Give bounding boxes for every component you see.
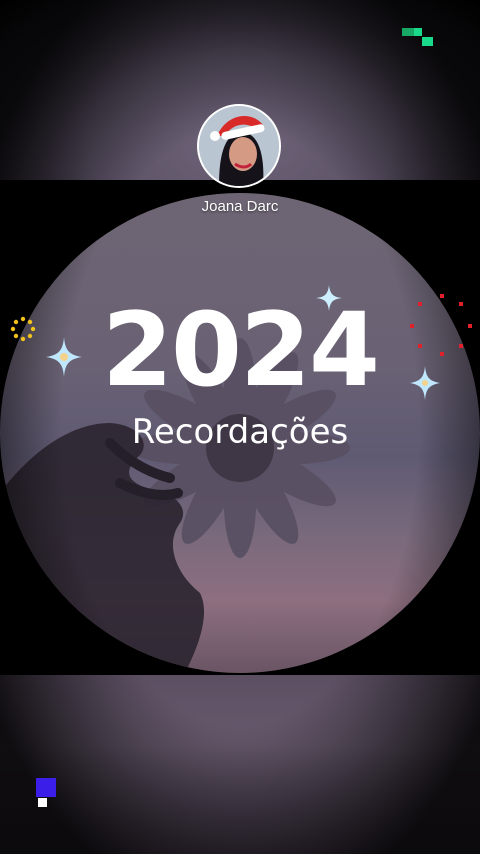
sparkle-icon bbox=[410, 366, 440, 400]
profile-name[interactable]: Joana Darc bbox=[140, 198, 340, 215]
corner-marker-blue bbox=[36, 778, 56, 807]
memories-year: 2024 bbox=[102, 291, 380, 410]
sparkle-icon bbox=[316, 285, 342, 311]
memories-subtitle: Recordações bbox=[131, 412, 349, 452]
confetti-burst-icon bbox=[410, 294, 472, 356]
blurred-background-bottom bbox=[0, 675, 480, 854]
confetti-ring-icon bbox=[10, 316, 36, 342]
story-screen[interactable]: Joana Darc 2024 Recordações bbox=[0, 0, 480, 854]
profile-avatar[interactable] bbox=[197, 104, 281, 188]
corner-marker-green bbox=[402, 28, 433, 46]
avatar-image bbox=[199, 106, 279, 186]
sparkle-icon bbox=[46, 337, 82, 377]
